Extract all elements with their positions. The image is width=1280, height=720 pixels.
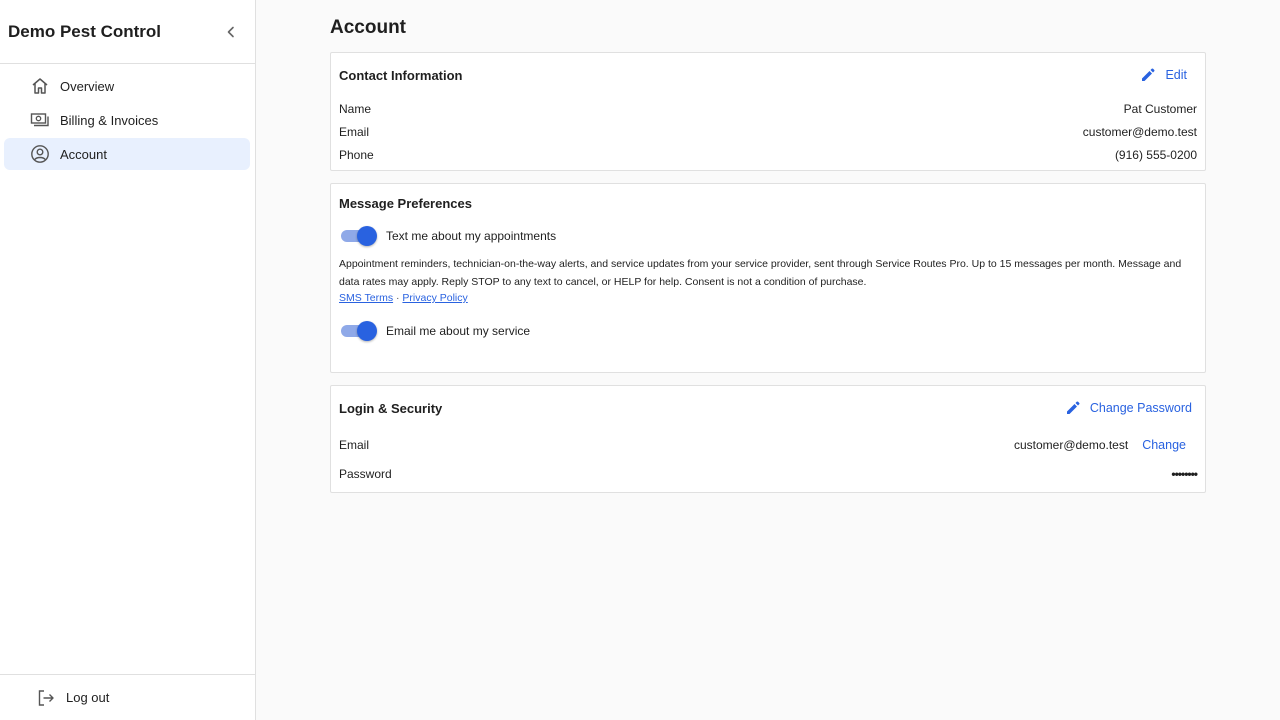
email-toggle[interactable] <box>339 321 377 341</box>
toggle-knob <box>357 226 377 246</box>
sidebar-item-overview[interactable]: Overview <box>4 70 250 102</box>
sidebar-item-account[interactable]: Account <box>4 138 250 170</box>
edit-contact-button[interactable]: Edit <box>1140 67 1187 83</box>
brand-name: Demo Pest Control <box>8 21 162 41</box>
sms-toggle-label: Text me about my appointments <box>386 229 557 243</box>
contact-row-name: Name Pat Customer <box>339 97 1197 120</box>
card-header: Contact Information Edit <box>339 53 1197 97</box>
edit-label: Edit <box>1165 68 1187 82</box>
home-icon <box>30 76 50 96</box>
sidebar-item-billing[interactable]: Billing & Invoices <box>4 104 250 136</box>
pencil-icon <box>1142 68 1155 81</box>
email-value-group: customer@demo.test Change <box>1014 438 1197 452</box>
cash-icon <box>30 110 50 130</box>
security-row-email: Email customer@demo.test Change <box>339 430 1197 459</box>
logout-label: Log out <box>66 690 110 705</box>
change-password-label: Change Password <box>1089 401 1192 415</box>
contact-row-email: Email customer@demo.test <box>339 120 1197 143</box>
email-toggle-label: Email me about my service <box>386 324 531 338</box>
security-row-password: Password •••••••• <box>339 459 1198 488</box>
card-header: Login & Security Change Password <box>339 386 1197 430</box>
password-mask: •••••••• <box>1171 466 1198 481</box>
row-label: Email <box>339 437 370 452</box>
privacy-policy-link[interactable]: Privacy Policy <box>402 292 467 304</box>
sms-toggle-row: Text me about my appointments <box>339 226 1197 246</box>
main-content: Account Contact Information Edit Name Pa… <box>330 0 1206 493</box>
card-title: Contact Information <box>339 67 463 83</box>
card-title: Message Preferences <box>339 196 472 211</box>
login-security-card: Login & Security Change Password Email c… <box>330 385 1206 493</box>
row-label: Email <box>339 124 370 139</box>
collapse-sidebar-button[interactable] <box>221 22 241 42</box>
row-value: Pat Customer <box>1123 101 1197 116</box>
link-separator: · <box>396 292 400 304</box>
row-value: (916) 555-0200 <box>1114 147 1197 162</box>
row-label: Password <box>339 466 392 481</box>
logout-button[interactable]: Log out <box>0 674 255 720</box>
sidebar: Demo Pest Control Overview Billing & Inv… <box>0 0 256 720</box>
sidebar-item-label: Overview <box>60 78 115 94</box>
message-preferences-card: Message Preferences Text me about my app… <box>330 183 1206 373</box>
sms-terms-link[interactable]: SMS Terms <box>339 292 393 304</box>
sms-toggle[interactable] <box>339 226 377 246</box>
sidebar-item-label: Account <box>60 146 107 162</box>
row-value: customer@demo.test <box>1082 124 1197 139</box>
change-password-button[interactable]: Change Password <box>1065 400 1192 416</box>
sidebar-item-label: Billing & Invoices <box>60 112 159 128</box>
sidebar-header: Demo Pest Control <box>0 0 255 64</box>
row-value: customer@demo.test <box>1013 437 1129 452</box>
legal-links: SMS Terms · Privacy Policy <box>339 292 1197 304</box>
contact-row-phone: Phone (916) 555-0200 <box>339 143 1197 166</box>
page-title: Account <box>330 17 406 38</box>
pencil-icon <box>1066 401 1080 414</box>
chevron-left-icon <box>227 26 234 37</box>
logout-icon <box>36 688 56 708</box>
toggle-knob <box>357 321 377 341</box>
email-toggle-row: Email me about my service <box>339 321 1197 341</box>
row-label: Name <box>339 101 372 116</box>
contact-information-card: Contact Information Edit Name Pat Custom… <box>330 52 1206 171</box>
sidebar-nav: Overview Billing & Invoices Account <box>0 64 255 170</box>
card-title: Login & Security <box>339 400 443 416</box>
row-label: Phone <box>339 147 374 162</box>
account-circle-icon <box>30 144 50 164</box>
change-email-button[interactable]: Change <box>1142 438 1186 452</box>
sms-consent-description: Appointment reminders, technician-on-the… <box>339 258 1182 288</box>
